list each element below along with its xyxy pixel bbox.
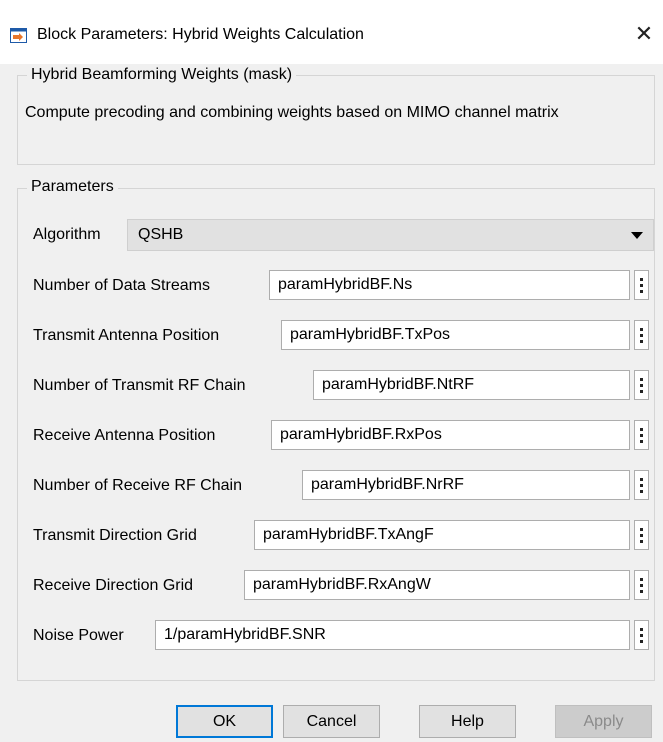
noise-power-field[interactable]: 1/paramHybridBF.SNR bbox=[155, 620, 630, 650]
close-icon[interactable]: ✕ bbox=[632, 22, 656, 46]
vertical-ellipsis-icon[interactable] bbox=[634, 420, 649, 450]
vertical-ellipsis-icon[interactable] bbox=[634, 370, 649, 400]
tx-antenna-position-field[interactable]: paramHybridBF.TxPos bbox=[281, 320, 630, 350]
mask-description: Compute precoding and combining weights … bbox=[25, 104, 559, 121]
tx-direction-grid-label: Transmit Direction Grid bbox=[33, 527, 197, 544]
chevron-down-icon bbox=[631, 232, 643, 239]
block-parameters-icon bbox=[10, 28, 27, 43]
algorithm-selected-value: QSHB bbox=[138, 226, 184, 243]
help-button[interactable]: Help bbox=[419, 705, 516, 738]
vertical-ellipsis-icon[interactable] bbox=[634, 620, 649, 650]
num-rx-rf-chain-field[interactable]: paramHybridBF.NrRF bbox=[302, 470, 630, 500]
rx-antenna-position-field[interactable]: paramHybridBF.RxPos bbox=[271, 420, 630, 450]
num-tx-rf-chain-label: Number of Transmit RF Chain bbox=[33, 377, 246, 394]
title-bar: Block Parameters: Hybrid Weights Calcula… bbox=[0, 0, 663, 64]
cancel-button[interactable]: Cancel bbox=[283, 705, 380, 738]
vertical-ellipsis-icon[interactable] bbox=[634, 470, 649, 500]
rx-direction-grid-field[interactable]: paramHybridBF.RxAngW bbox=[244, 570, 630, 600]
mask-group-title: Hybrid Beamforming Weights (mask) bbox=[27, 66, 297, 84]
tx-direction-grid-field[interactable]: paramHybridBF.TxAngF bbox=[254, 520, 630, 550]
rx-antenna-position-label: Receive Antenna Position bbox=[33, 427, 216, 444]
num-data-streams-field[interactable]: paramHybridBF.Ns bbox=[269, 270, 630, 300]
num-tx-rf-chain-field[interactable]: paramHybridBF.NtRF bbox=[313, 370, 630, 400]
vertical-ellipsis-icon[interactable] bbox=[634, 270, 649, 300]
algorithm-label: Algorithm bbox=[33, 226, 101, 243]
vertical-ellipsis-icon[interactable] bbox=[634, 570, 649, 600]
parameters-group-title: Parameters bbox=[27, 178, 118, 196]
algorithm-dropdown[interactable]: QSHB bbox=[127, 219, 654, 251]
noise-power-label: Noise Power bbox=[33, 627, 124, 644]
num-data-streams-label: Number of Data Streams bbox=[33, 277, 210, 294]
vertical-ellipsis-icon[interactable] bbox=[634, 320, 649, 350]
rx-direction-grid-label: Receive Direction Grid bbox=[33, 577, 194, 594]
num-rx-rf-chain-label: Number of Receive RF Chain bbox=[33, 477, 242, 494]
tx-antenna-position-label: Transmit Antenna Position bbox=[33, 327, 220, 344]
window-title: Block Parameters: Hybrid Weights Calcula… bbox=[37, 26, 364, 43]
vertical-ellipsis-icon[interactable] bbox=[634, 520, 649, 550]
ok-button[interactable]: OK bbox=[176, 705, 273, 738]
apply-button[interactable]: Apply bbox=[555, 705, 652, 738]
